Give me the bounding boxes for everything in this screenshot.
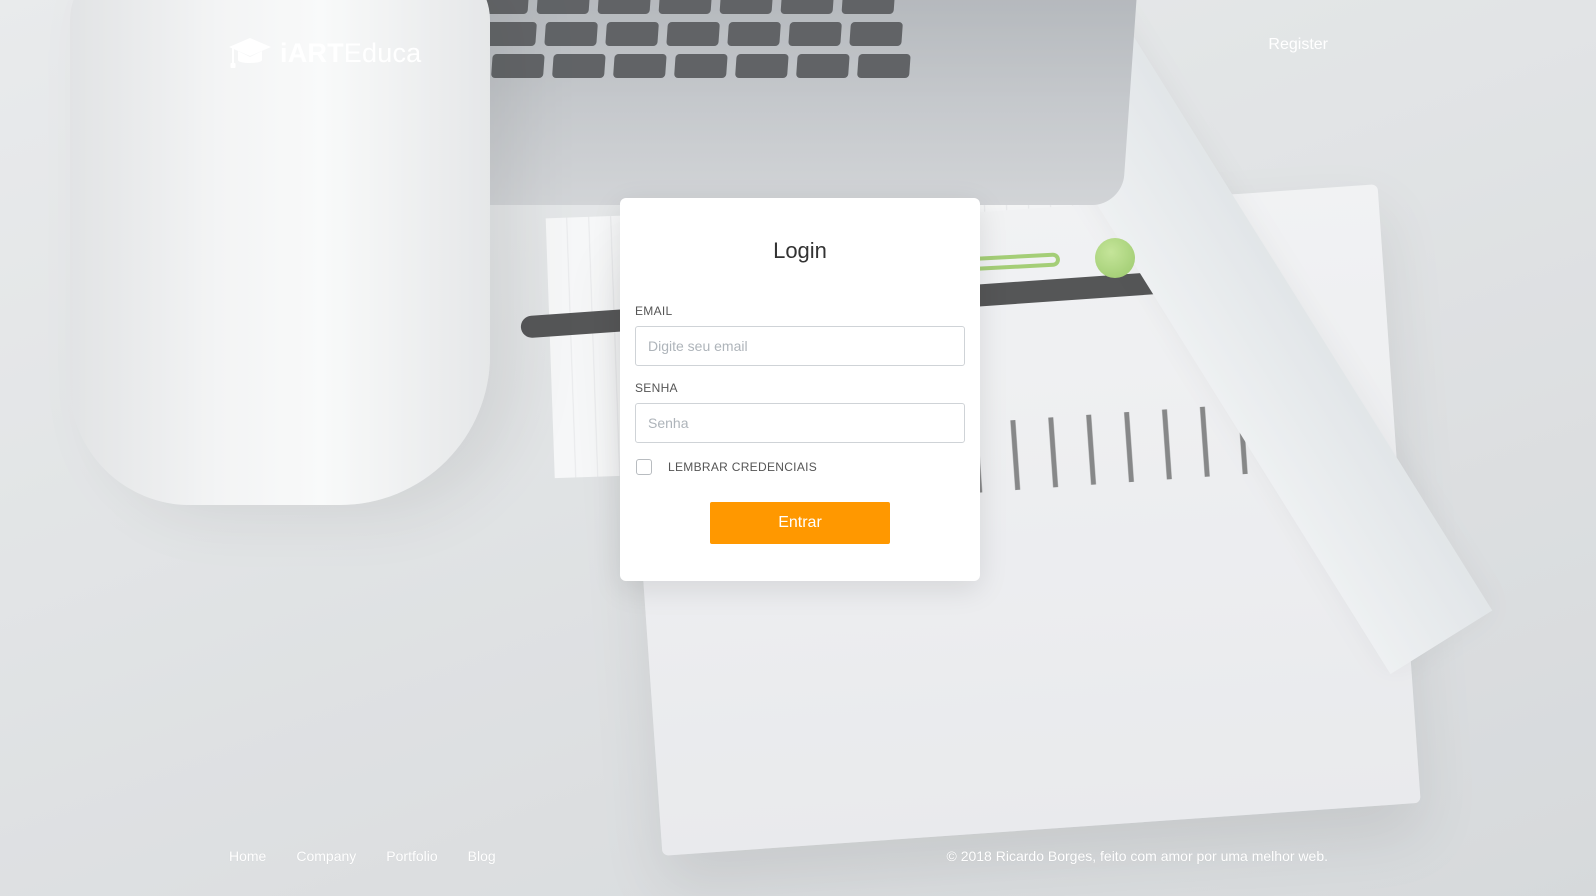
register-link[interactable]: Register bbox=[1268, 36, 1328, 54]
copyright: © 2018 Ricardo Borges, feito com amor po… bbox=[946, 848, 1328, 864]
copyright-author-link[interactable]: Ricardo Borges bbox=[996, 848, 1093, 864]
email-field[interactable] bbox=[635, 326, 965, 366]
footer-link-home[interactable]: Home bbox=[229, 848, 266, 864]
brand-logo-link[interactable]: iARTEduca bbox=[228, 36, 421, 70]
email-label: EMAIL bbox=[635, 304, 673, 318]
remember-label[interactable]: LEMBRAR CREDENCIAIS bbox=[668, 460, 817, 474]
remember-checkbox[interactable] bbox=[636, 459, 652, 475]
login-submit-button[interactable]: Entrar bbox=[710, 502, 890, 544]
brand-name: iARTEduca bbox=[280, 37, 422, 68]
graduation-cap-icon bbox=[229, 38, 271, 68]
login-title: Login bbox=[773, 238, 827, 263]
remember-credentials: LEMBRAR CREDENCIAIS bbox=[635, 459, 965, 475]
footer-link-portfolio[interactable]: Portfolio bbox=[386, 848, 437, 864]
copyright-prefix: © 2018 bbox=[946, 848, 996, 864]
site-footer: Home Company Portfolio Blog © 2018 Ricar… bbox=[0, 836, 1596, 896]
footer-link-blog[interactable]: Blog bbox=[468, 848, 496, 864]
copyright-suffix: , feito com amor por uma melhor web. bbox=[1092, 848, 1328, 864]
password-field[interactable] bbox=[635, 403, 965, 443]
login-card: Login EMAIL SENHA LEMBRAR CREDENCIAIS En… bbox=[620, 198, 980, 581]
site-header: iARTEduca Register bbox=[0, 0, 1596, 100]
footer-nav: Home Company Portfolio Blog bbox=[229, 848, 496, 864]
footer-link-company[interactable]: Company bbox=[296, 848, 356, 864]
password-label: SENHA bbox=[635, 381, 678, 395]
